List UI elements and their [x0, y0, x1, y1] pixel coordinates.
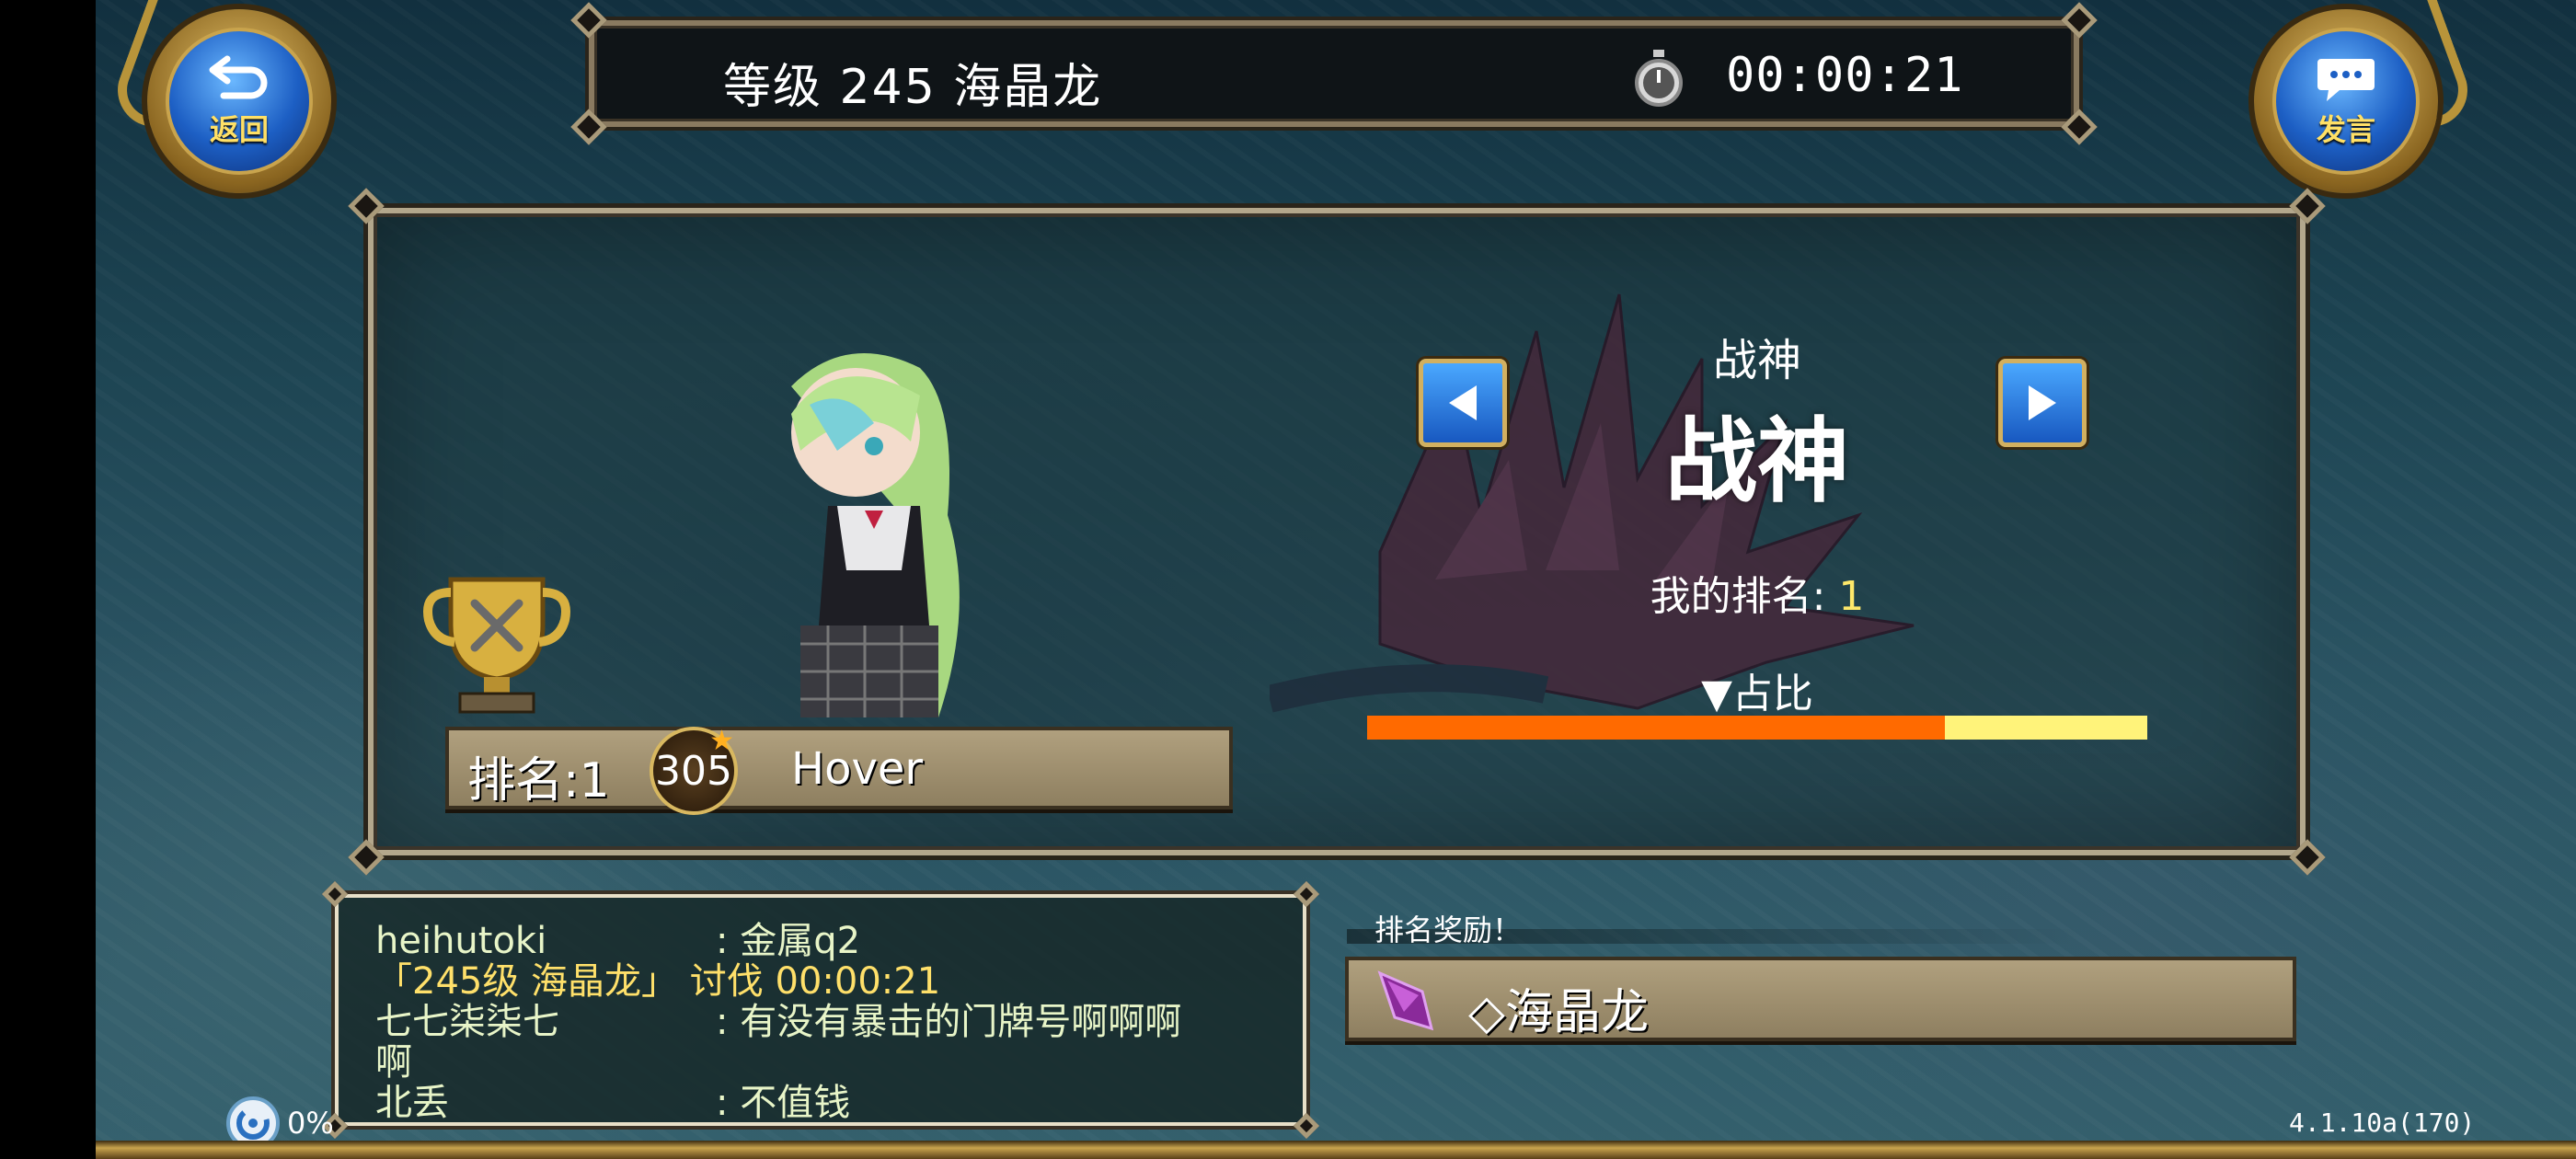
- chat-bubble-icon: [2317, 59, 2375, 101]
- share-bar: [1367, 716, 2147, 740]
- chat-log[interactable]: heihutoki: 金属q2 「245级 海晶龙」 讨伐 00:00:21 七…: [321, 880, 1320, 1140]
- my-rank-value: 1: [1838, 573, 1865, 620]
- left-arrow-icon: [1449, 385, 1477, 420]
- chat-separator: :: [716, 1082, 729, 1124]
- my-rank-label: 我的排名:: [1650, 573, 1826, 620]
- back-button-label: 返回: [209, 112, 269, 147]
- star-icon: ★: [709, 725, 734, 757]
- chat-button-face[interactable]: 发言: [2272, 28, 2420, 175]
- player-level-badge: ★ 305: [650, 725, 738, 815]
- boss-title: 等级 245 海晶龙: [723, 60, 1103, 115]
- stopwatch-icon: [1635, 50, 1683, 107]
- title-name: 战神: [1665, 407, 1849, 515]
- chat-message: 有没有暴击的门牌号啊啊啊: [740, 1001, 1182, 1043]
- version-label: 4.1.10a(170): [2289, 1107, 2476, 1138]
- chat-button-label: 发言: [2316, 112, 2375, 147]
- back-button-face[interactable]: 返回: [166, 28, 313, 175]
- back-arrow-icon: [209, 55, 268, 99]
- share-label: ▼占比: [1701, 671, 1813, 717]
- my-rank: 我的排名: 1: [1435, 563, 2079, 622]
- title-caption: 战神: [1712, 335, 1801, 386]
- reward-item-name: ◇海晶龙: [1468, 985, 1649, 1040]
- chat-line: 北丢: 不值钱: [375, 1073, 850, 1126]
- next-title-button[interactable]: [1998, 359, 2087, 447]
- player-rank: 排名:1: [467, 753, 610, 809]
- player-name: Hover: [791, 743, 924, 795]
- bottom-frame: [96, 1141, 2576, 1159]
- loading-percent: 0%: [287, 1106, 334, 1141]
- crystal-icon: [1377, 970, 1434, 1031]
- chat-sender: 北丢: [375, 1082, 449, 1124]
- battle-timer: 00:00:21: [1726, 48, 1964, 103]
- chat-sender: 七七柒柒七: [375, 1001, 559, 1043]
- player-character-image: [791, 353, 960, 717]
- back-button[interactable]: 返回: [107, 0, 340, 202]
- boss-info-bar: 等级 245 海晶龙 00:00:21: [570, 2, 2098, 145]
- share-bar-fill: [1367, 716, 1945, 740]
- player-rank-bar[interactable]: 排名:1 ★ 305 Hover: [445, 725, 1233, 815]
- reward-title: 排名奖励！: [1374, 912, 1523, 947]
- right-arrow-icon: [2029, 385, 2056, 420]
- chat-message: 不值钱: [740, 1082, 851, 1124]
- trophy-icon: [423, 577, 570, 714]
- prev-title-button[interactable]: [1419, 359, 1507, 447]
- chat-separator: :: [716, 1001, 729, 1043]
- chat-button[interactable]: 发言: [2245, 0, 2478, 202]
- reward-item[interactable]: ◇海晶龙: [1345, 957, 2296, 1041]
- chat-line: 七七柒柒七: 有没有暴击的门牌号啊啊啊: [375, 992, 1181, 1045]
